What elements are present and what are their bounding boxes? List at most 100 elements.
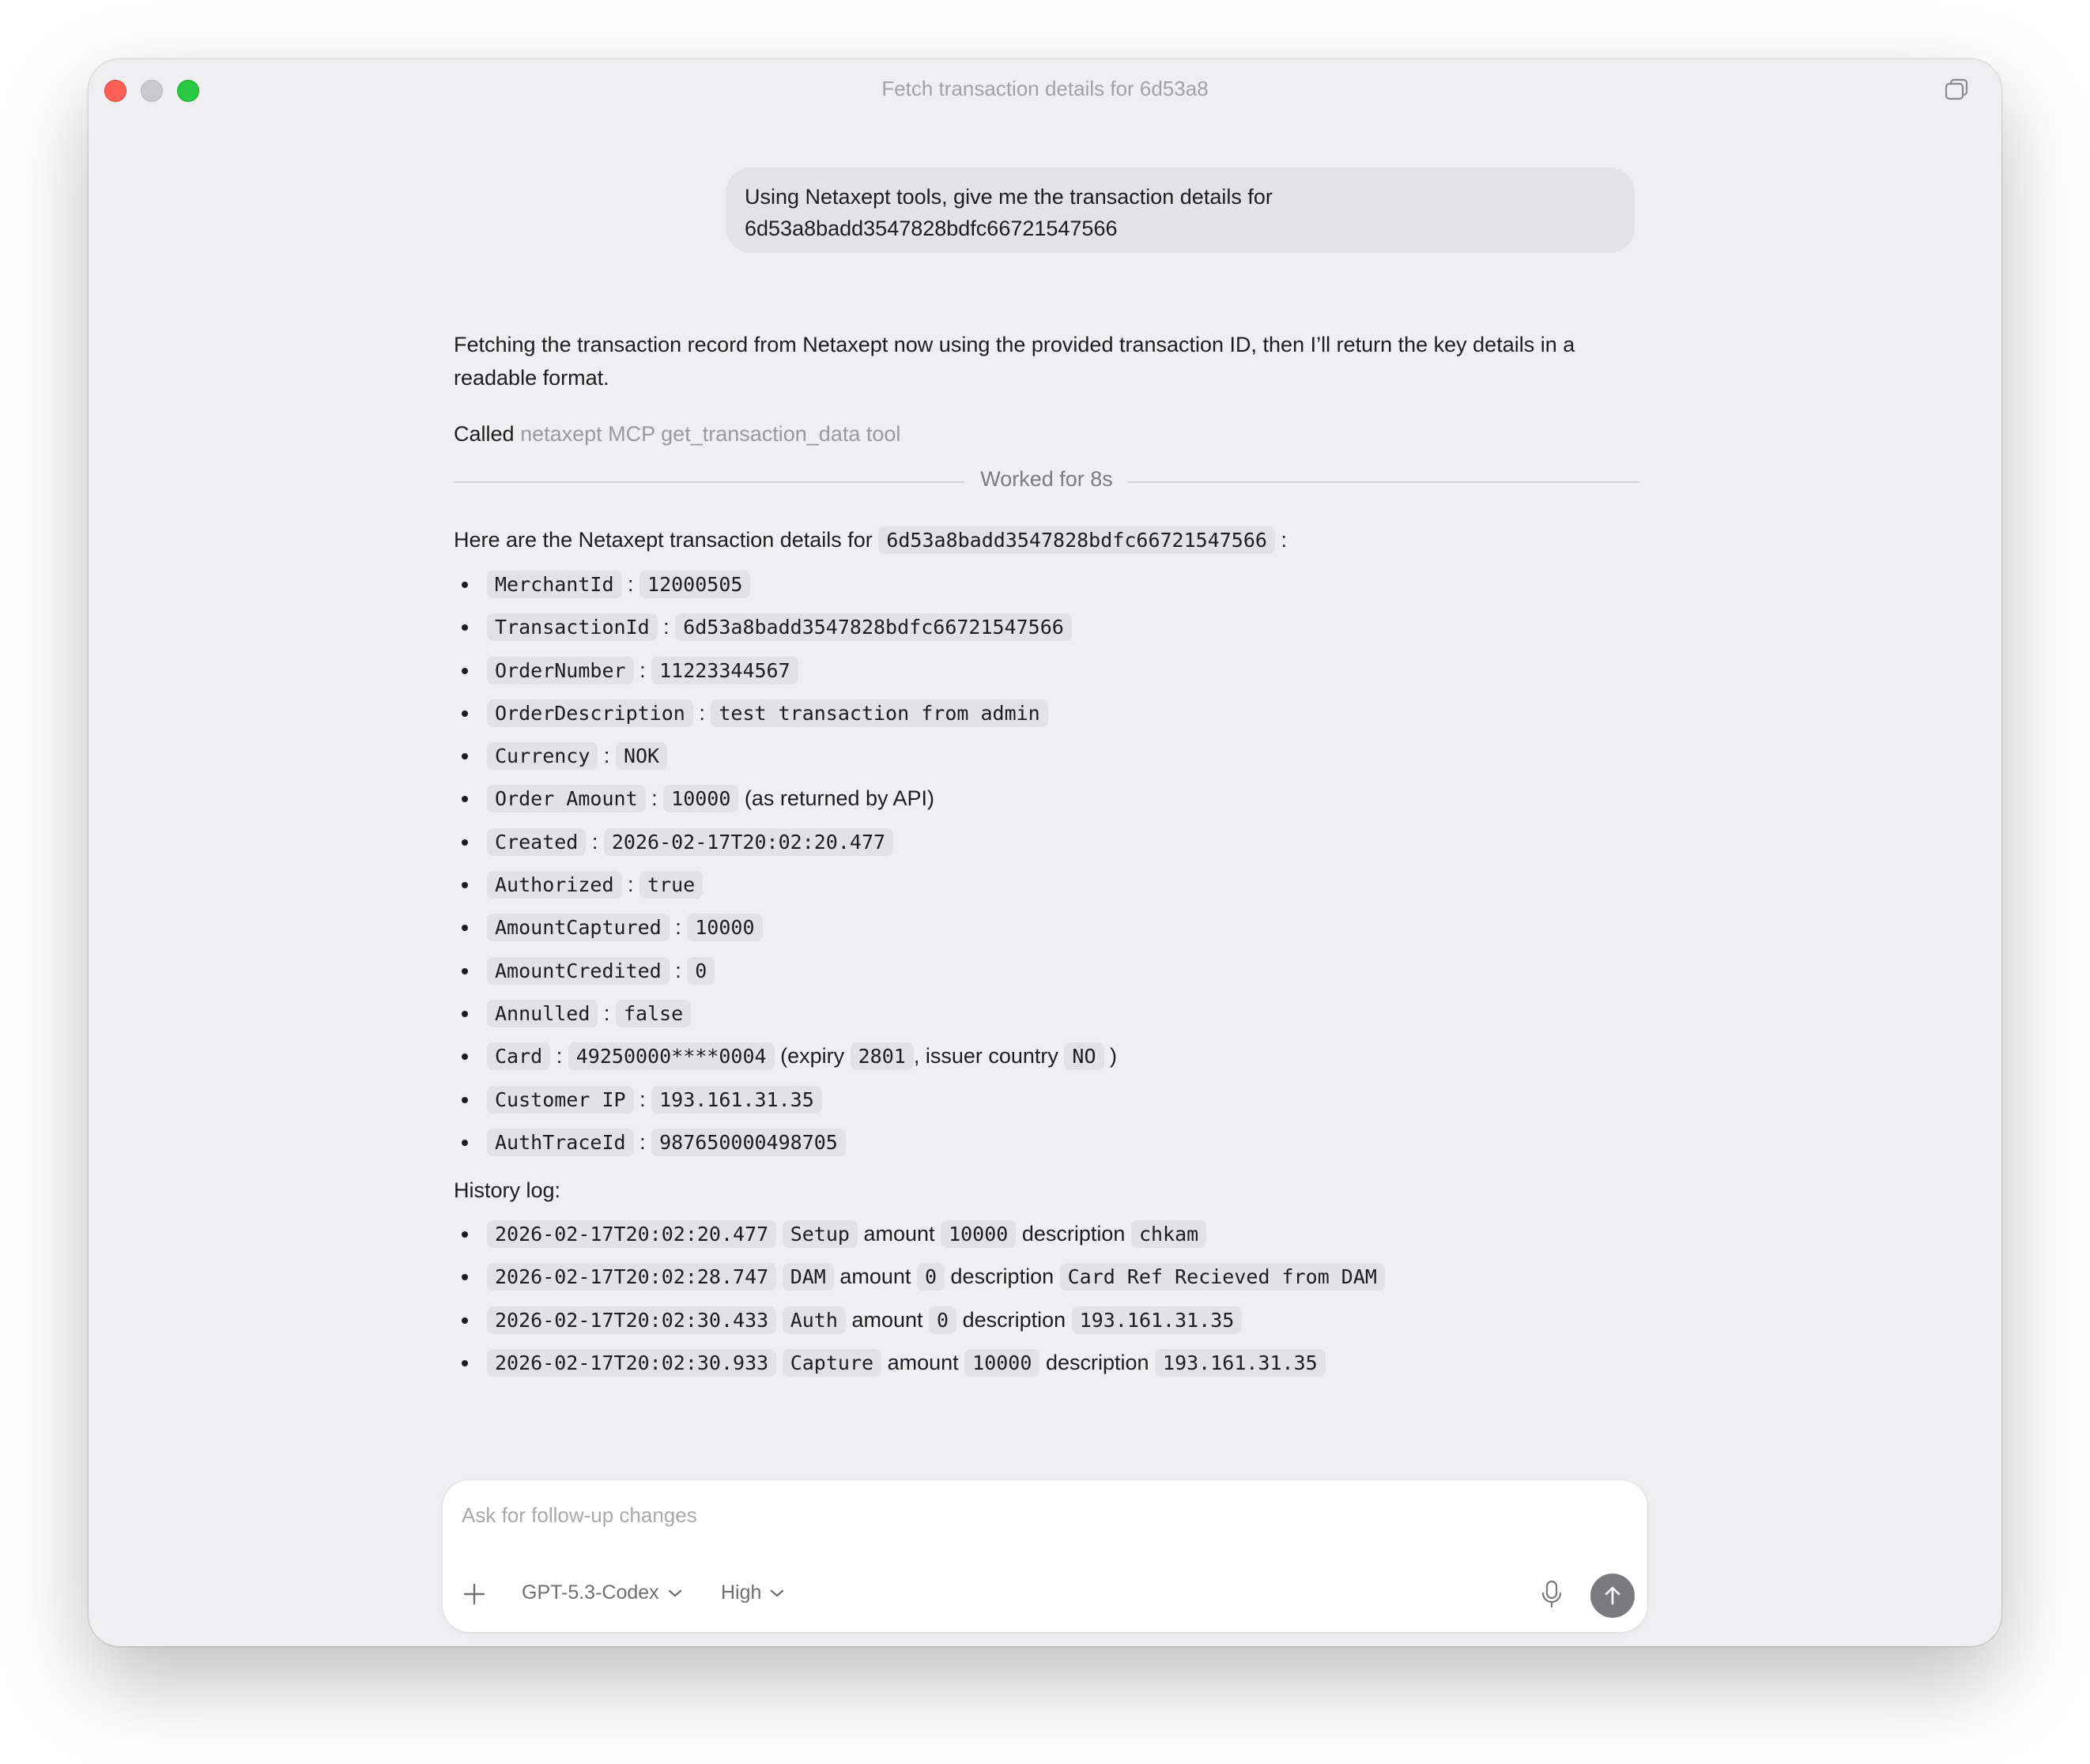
card-expiry-label: (expiry — [780, 1044, 845, 1069]
detail-value: 987650000498705 — [651, 1128, 846, 1156]
tool-call-summary[interactable]: Called netaxept MCP get_transaction_data… — [454, 420, 1639, 448]
model-selector-label: GPT-5.3-Codex — [522, 1581, 659, 1604]
detail-key: AuthTraceId — [487, 1128, 634, 1156]
model-selector[interactable]: GPT-5.3-Codex — [522, 1581, 683, 1604]
effort-selector[interactable]: High — [721, 1581, 785, 1604]
amount-word: amount — [863, 1222, 935, 1246]
composer: GPT-5.3-Codex High — [443, 1480, 1647, 1632]
detail-item: Order Amount : 10000 (as returned by API… — [454, 777, 1639, 820]
history-time: 2026-02-17T20:02:20.477 — [487, 1220, 777, 1249]
detail-item: AuthTraceId : 987650000498705 — [454, 1121, 1639, 1163]
detail-item: Currency : NOK — [454, 734, 1639, 777]
amount-word: amount — [839, 1265, 911, 1289]
detail-value: 12000505 — [639, 571, 751, 598]
history-log-list: 2026-02-17T20:02:20.477 Setup amount 100… — [454, 1212, 1639, 1384]
follow-up-input[interactable] — [462, 1499, 1568, 1531]
detail-value: 2026-02-17T20:02:20.477 — [603, 827, 894, 856]
history-description: 193.161.31.35 — [1071, 1306, 1243, 1334]
detail-item: Created : 2026-02-17T20:02:20.477 — [454, 820, 1639, 863]
amount-word: amount — [851, 1307, 923, 1332]
title-bar: Fetch transaction details for 6d53a8 — [89, 59, 2001, 116]
intro-prefix: Here are the Netaxept transaction detail… — [454, 528, 873, 552]
history-time: 2026-02-17T20:02:30.433 — [487, 1306, 777, 1334]
worked-divider: Worked for 8s — [454, 466, 1639, 497]
user-message-line: Using Netaxept tools, give me the transa… — [745, 185, 1273, 209]
detail-value: 10000 — [663, 785, 739, 813]
history-operation: Capture — [782, 1349, 882, 1378]
plus-icon[interactable] — [460, 1580, 489, 1608]
amount-word: amount — [887, 1351, 959, 1375]
detail-key: MerchantId — [487, 571, 622, 598]
history-item: 2026-02-17T20:02:20.477 Setup amount 100… — [454, 1212, 1639, 1255]
user-message-line: 6d53a8badd3547828bdfc66721547566 — [745, 217, 1118, 240]
details-intro: Here are the Netaxept transaction detail… — [454, 524, 1639, 556]
detail-item: Annulled : false — [454, 992, 1639, 1035]
called-tool-name: netaxept MCP get_transaction_data tool — [520, 422, 901, 446]
app-window: Fetch transaction details for 6d53a8 Usi… — [89, 59, 2001, 1646]
card-country-label: , issuer country — [913, 1044, 1058, 1069]
detail-item: OrderNumber : 11223344567 — [454, 649, 1639, 692]
detail-key: Currency — [487, 742, 598, 771]
description-word: description — [962, 1307, 1066, 1332]
assistant-response: Fetching the transaction record from Net… — [454, 328, 1639, 1384]
detail-value: 6d53a8badd3547828bdfc66721547566 — [675, 613, 1072, 642]
history-time: 2026-02-17T20:02:28.747 — [487, 1263, 777, 1291]
detail-key: Order Amount — [487, 785, 646, 813]
transaction-details-list: MerchantId : 12000505 TransactionId : 6d… — [454, 563, 1639, 1163]
divider-line — [1127, 481, 1639, 483]
called-prefix: Called — [454, 422, 515, 446]
history-amount: 0 — [916, 1263, 945, 1291]
detail-value: 10000 — [687, 914, 763, 942]
history-description: 193.161.31.35 — [1155, 1349, 1326, 1378]
arrow-up-icon — [1605, 1586, 1620, 1605]
chevron-down-icon — [771, 1589, 784, 1596]
detail-item: MerchantId : 12000505 — [454, 563, 1639, 605]
detail-value: true — [639, 871, 704, 899]
card-expiry: 2801 — [850, 1042, 914, 1071]
history-description: chkam — [1130, 1220, 1207, 1249]
detail-item: TransactionId : 6d53a8badd3547828bdfc667… — [454, 605, 1639, 648]
detail-value: 193.161.31.35 — [651, 1085, 822, 1114]
detail-value: 0 — [687, 956, 715, 985]
detail-key: TransactionId — [487, 613, 658, 642]
history-amount: 0 — [929, 1306, 957, 1334]
chevron-down-icon — [668, 1589, 681, 1596]
detail-item: OrderDescription : test transaction from… — [454, 692, 1639, 734]
history-item: 2026-02-17T20:02:28.747 DAM amount 0 des… — [454, 1255, 1639, 1298]
send-button[interactable] — [1590, 1574, 1635, 1618]
detail-key: Authorized — [487, 871, 622, 899]
detail-key: Annulled — [487, 999, 598, 1027]
window-title: Fetch transaction details for 6d53a8 — [881, 77, 1209, 100]
history-description: Card Ref Recieved from DAM — [1059, 1263, 1385, 1291]
history-amount: 10000 — [941, 1220, 1017, 1249]
detail-key: Customer IP — [487, 1085, 634, 1114]
assistant-preface: Fetching the transaction record from Net… — [454, 333, 1575, 390]
detail-value: 11223344567 — [651, 656, 798, 684]
detail-key: AmountCaptured — [487, 914, 670, 942]
detail-item: Customer IP : 193.161.31.35 — [454, 1078, 1639, 1121]
detail-key: OrderDescription — [487, 699, 693, 727]
description-word: description — [1045, 1351, 1149, 1375]
microphone-icon[interactable] — [1538, 1579, 1565, 1609]
detail-item: AmountCredited : 0 — [454, 949, 1639, 992]
card-close-paren: ) — [1110, 1044, 1118, 1069]
detail-note: (as returned by API) — [744, 786, 935, 811]
detail-key: AmountCredited — [487, 956, 670, 985]
history-operation: DAM — [782, 1263, 834, 1291]
history-time: 2026-02-17T20:02:30.933 — [487, 1349, 777, 1378]
detail-item: Authorized : true — [454, 863, 1639, 906]
worked-duration-label: Worked for 8s — [980, 467, 1113, 491]
history-operation: Setup — [782, 1220, 858, 1249]
detail-value: NOK — [615, 742, 668, 771]
history-amount: 10000 — [964, 1349, 1040, 1378]
detail-value: false — [615, 999, 692, 1027]
history-log-label: History log: — [454, 1178, 561, 1203]
copy-windows-icon[interactable] — [1943, 77, 1970, 104]
description-word: description — [1021, 1222, 1126, 1246]
detail-key: OrderNumber — [487, 656, 634, 684]
detail-key: Card — [487, 1042, 551, 1071]
intro-transaction-id: 6d53a8badd3547828bdfc66721547566 — [878, 526, 1275, 554]
history-operation: Auth — [782, 1306, 846, 1334]
history-item: 2026-02-17T20:02:30.933 Capture amount 1… — [454, 1341, 1639, 1384]
card-country: NO — [1064, 1042, 1104, 1071]
